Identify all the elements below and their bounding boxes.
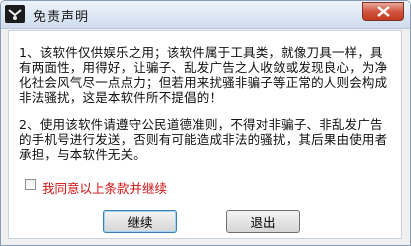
continue-button[interactable]: 继续 (103, 210, 177, 233)
disclaimer-dialog: 免责声明 1、该软件仅供娱乐之用；该软件属于工具类，就像刀具一样，具有两面性，用… (0, 0, 411, 246)
title-bar[interactable]: 免责声明 (1, 1, 410, 29)
disclaimer-paragraph-2: 2、使用该软件请遵守公民道德准则，不得对非骗子、非乱发广告的手机号进行发送，否则… (19, 117, 388, 162)
agreement-label[interactable]: 我同意以上条款并继续 (42, 178, 167, 197)
close-button[interactable] (362, 2, 404, 21)
close-icon (377, 6, 390, 17)
exit-button[interactable]: 退出 (226, 210, 300, 233)
window-title: 免责声明 (33, 10, 90, 25)
disclaimer-content: 1、该软件仅供娱乐之用；该软件属于工具类，就像刀具一样，具有两面性，用得好，让骗… (8, 30, 402, 239)
app-icon (4, 3, 26, 25)
disclaimer-paragraph-1: 1、该软件仅供娱乐之用；该软件属于工具类，就像刀具一样，具有两面性，用得好，让骗… (19, 45, 388, 105)
agreement-checkbox[interactable] (25, 179, 36, 190)
